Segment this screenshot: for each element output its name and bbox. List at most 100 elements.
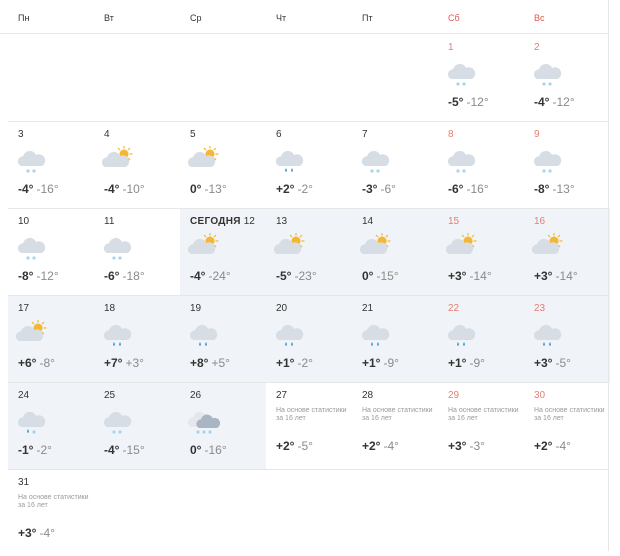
temperature-min: -2°	[297, 356, 313, 370]
row-divider	[8, 121, 608, 122]
day-cell[interactable]: 5 0° -13°	[180, 121, 266, 208]
day-cell-today[interactable]: СЕГОДНЯ 12 -4° -24°	[180, 208, 266, 295]
temperature-range: +7° +3°	[104, 356, 144, 370]
temperature-max: +2°	[276, 439, 295, 453]
day-cell[interactable]: 13 -5° -23°	[266, 208, 352, 295]
temperature-range: +3° -14°	[534, 269, 578, 283]
day-cell[interactable]: 28 На основе статистики за 16 лет +2° -4°	[352, 382, 438, 469]
partly-cloudy-icon	[445, 232, 478, 263]
temperature-range: -4° -16°	[18, 182, 59, 196]
cloud-rain-icon	[446, 320, 478, 350]
temperature-max: -4°	[104, 443, 120, 457]
day-cell[interactable]: 3 -4° -16°	[8, 121, 94, 208]
day-cell[interactable]: 20 +1° -2°	[266, 295, 352, 382]
cloud-snow-icon	[16, 233, 48, 263]
temperature-max: +3°	[534, 356, 553, 370]
partly-cloudy-icon	[531, 232, 564, 263]
day-number-value: 9	[534, 129, 540, 140]
cloud-snow-icon	[360, 146, 392, 176]
day-number: 13	[276, 216, 287, 227]
day-cell[interactable]: 8 -6° -16°	[438, 121, 524, 208]
row-divider	[8, 295, 608, 296]
day-cell[interactable]: 9 -8° -13°	[524, 121, 610, 208]
temperature-max: -6°	[104, 269, 120, 283]
temperature-range: +2° -2°	[276, 182, 313, 196]
day-cell[interactable]: 26 0° -16°	[180, 382, 266, 469]
temperature-range: -3° -6°	[362, 182, 396, 196]
day-cell[interactable]: 1 -5° -12°	[438, 34, 524, 121]
day-cell[interactable]: 27 На основе статистики за 16 лет +2° -5°	[266, 382, 352, 469]
temperature-min: -13°	[204, 182, 227, 196]
temperature-range: +6° -8°	[18, 356, 55, 370]
day-number-value: 10	[18, 216, 30, 227]
temperature-min: -4°	[39, 526, 55, 540]
temperature-max: +6°	[18, 356, 37, 370]
day-cell[interactable]: 10 -8° -12°	[8, 208, 94, 295]
day-cell[interactable]: 7 -3° -6°	[352, 121, 438, 208]
day-cell[interactable]: 16 +3° -14°	[524, 208, 610, 295]
statistics-note: На основе статистики за 16 лет	[362, 407, 433, 422]
day-number-value: 14	[362, 216, 374, 227]
day-cell[interactable]: 29 На основе статистики за 16 лет +3° -3°	[438, 382, 524, 469]
temperature-range: +1° -9°	[448, 356, 485, 370]
day-number-value: 30	[534, 390, 546, 401]
day-number-value: 4	[104, 129, 110, 140]
partly-cloudy-icon	[273, 232, 306, 263]
day-number-value: 15	[448, 216, 460, 227]
temperature-max: -6°	[448, 182, 464, 196]
day-cell[interactable]: 22 +1° -9°	[438, 295, 524, 382]
temperature-min: -9°	[469, 356, 485, 370]
day-cell[interactable]: 25 -4° -15°	[94, 382, 180, 469]
temperature-min: -16°	[466, 182, 489, 196]
temperature-max: +2°	[534, 439, 553, 453]
day-number: 14	[362, 216, 373, 227]
day-cell[interactable]: 18 +7° +3°	[94, 295, 180, 382]
day-cell[interactable]: 14 0° -15°	[352, 208, 438, 295]
temperature-min: -15°	[376, 269, 399, 283]
weekday-fri: Пт	[362, 13, 373, 23]
day-cell[interactable]: 30 На основе статистики за 16 лет +2° -4°	[524, 382, 610, 469]
day-number: 3	[18, 129, 24, 140]
temperature-min: +3°	[125, 356, 144, 370]
day-number: 27	[276, 390, 287, 401]
day-number-value: 1	[448, 42, 454, 53]
day-cell[interactable]: 19 +8° +5°	[180, 295, 266, 382]
day-cell[interactable]: 31 На основе статистики за 16 лет +3° -4°	[8, 469, 94, 556]
day-number-value: 29	[448, 390, 460, 401]
day-number: 20	[276, 303, 287, 314]
temperature-max: 0°	[190, 443, 202, 457]
temperature-max: +3°	[534, 269, 553, 283]
temperature-min: -18°	[122, 269, 145, 283]
day-number-value: 28	[362, 390, 374, 401]
cloud-rain-icon	[274, 146, 306, 176]
day-number-value: 8	[448, 129, 454, 140]
day-cell[interactable]: 15 +3° -14°	[438, 208, 524, 295]
cloud-rain-icon	[532, 320, 564, 350]
weekday-sat: Сб	[448, 13, 460, 23]
temperature-range: +1° -9°	[362, 356, 399, 370]
weekday-thu: Чт	[276, 13, 287, 23]
day-cell[interactable]: 24 -1° -2°	[8, 382, 94, 469]
day-cell[interactable]: 6 +2° -2°	[266, 121, 352, 208]
heavy-snow-icon	[187, 407, 221, 437]
day-cell[interactable]: 11 -6° -18°	[94, 208, 180, 295]
temperature-min: -12°	[466, 95, 489, 109]
day-number-value: 25	[104, 390, 116, 401]
temperature-range: -5° -23°	[276, 269, 317, 283]
temperature-range: -8° -13°	[534, 182, 575, 196]
temperature-range: 0° -16°	[190, 443, 227, 457]
day-cell[interactable]: 21 +1° -9°	[352, 295, 438, 382]
cloud-rain-icon	[360, 320, 392, 350]
temperature-max: +1°	[276, 356, 295, 370]
day-cell[interactable]: 4 -4° -10°	[94, 121, 180, 208]
row-divider	[8, 469, 608, 470]
day-number-value: 6	[276, 129, 282, 140]
temperature-max: +8°	[190, 356, 209, 370]
temperature-min: -16°	[204, 443, 227, 457]
day-cell[interactable]: 23 +3° -5°	[524, 295, 610, 382]
temperature-min: -2°	[36, 443, 52, 457]
day-cell[interactable]: 2 -4° -12°	[524, 34, 610, 121]
temperature-max: +1°	[362, 356, 381, 370]
day-number: 17	[18, 303, 29, 314]
day-cell[interactable]: 17 +6° -8°	[8, 295, 94, 382]
